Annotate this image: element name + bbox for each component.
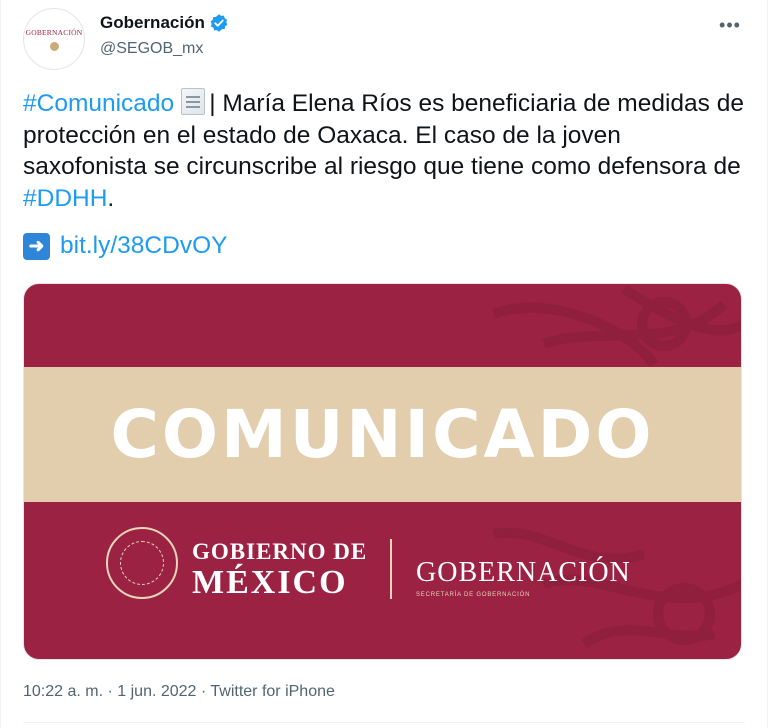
headline-band: COMUNICADO (24, 367, 741, 502)
verified-badge-icon (209, 13, 229, 33)
page-facing-up-icon (181, 88, 206, 115)
author-name-row[interactable]: Gobernación (100, 13, 229, 33)
author-handle[interactable]: @SEGOB_mx (100, 40, 203, 58)
avatar-label: GOBERNACIÓN (25, 27, 83, 37)
headline-text: COMUNICADO (110, 396, 655, 473)
national-seal-icon (106, 527, 178, 599)
hashtag-comunicado[interactable]: #Comunicado (23, 90, 174, 117)
divider-line (23, 722, 745, 723)
tweet-date[interactable]: 1 jun. 2022 (117, 683, 196, 700)
avatar-seal-icon (49, 41, 59, 51)
tweet-time[interactable]: 10:22 a. m. (23, 683, 103, 700)
right-arrow-icon: ➜ (23, 232, 50, 260)
more-options-icon[interactable]: ••• (717, 12, 743, 38)
tweet-link-row: ➜ bit.ly/38CDvOY (23, 232, 227, 260)
avatar[interactable]: GOBERNACIÓN (23, 8, 85, 70)
tweet-card: GOBERNACIÓN Gobernación @SEGOB_mx ••• #C… (0, 0, 768, 728)
gobierno-line2: MÉXICO (192, 564, 348, 601)
media-image[interactable]: COMUNICADO GOBIERNO DE MÉXICO GOBERNACIÓ… (23, 283, 742, 660)
tweet-text: #Comunicado | María Elena Ríos es benefic… (23, 88, 747, 214)
dependency-subtitle: SECRETARÍA DE GOBERNACIÓN (416, 592, 531, 598)
display-name[interactable]: Gobernación (100, 13, 205, 33)
meta-separator: · (103, 683, 118, 700)
meta-separator: · (196, 683, 211, 700)
gobierno-line1: GOBIERNO DE (192, 539, 368, 564)
tweet-link[interactable]: bit.ly/38CDvOY (60, 232, 227, 260)
tweet-meta: 10:22 a. m. · 1 jun. 2022 · Twitter for … (23, 683, 335, 701)
dependency-name: GOBERNACIÓN (416, 557, 631, 588)
hashtag-ddhh[interactable]: #DDHH (23, 185, 107, 212)
logo-divider (390, 539, 392, 599)
tweet-source[interactable]: Twitter for iPhone (210, 683, 335, 700)
tweet-text-part2: . (107, 184, 115, 212)
